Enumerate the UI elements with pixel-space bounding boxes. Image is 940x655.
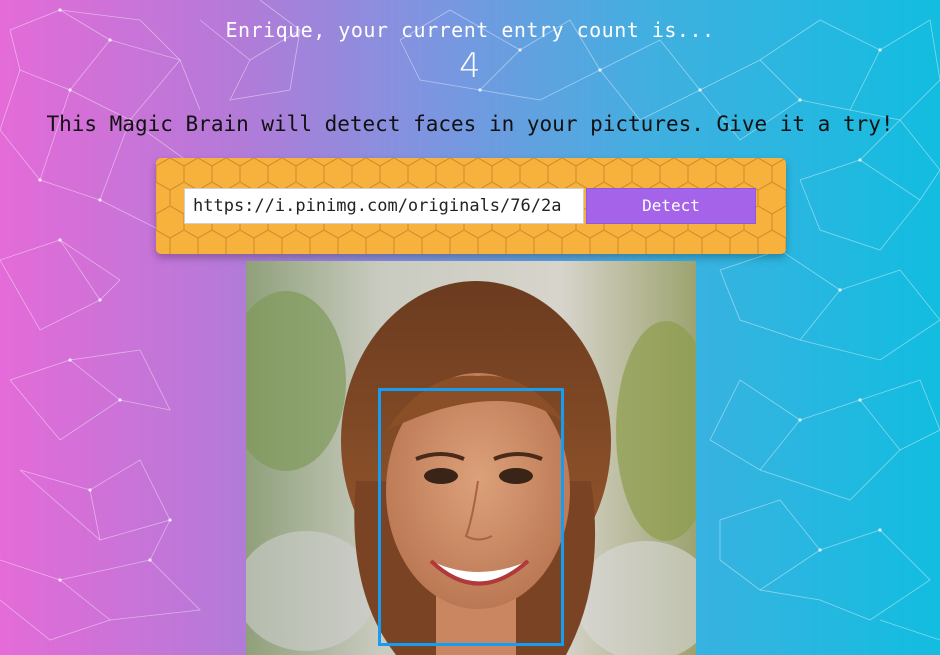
face-bounding-box [378, 388, 564, 646]
entry-count-label: Enrique, your current entry count is... [225, 18, 715, 42]
detect-button[interactable]: Detect [586, 188, 756, 224]
page-tagline: This Magic Brain will detect faces in yo… [46, 112, 894, 136]
image-url-input[interactable] [184, 188, 584, 224]
entry-count-value: 4 [459, 46, 481, 86]
detect-form-panel: Detect [156, 158, 786, 254]
uploaded-photo [246, 261, 696, 655]
